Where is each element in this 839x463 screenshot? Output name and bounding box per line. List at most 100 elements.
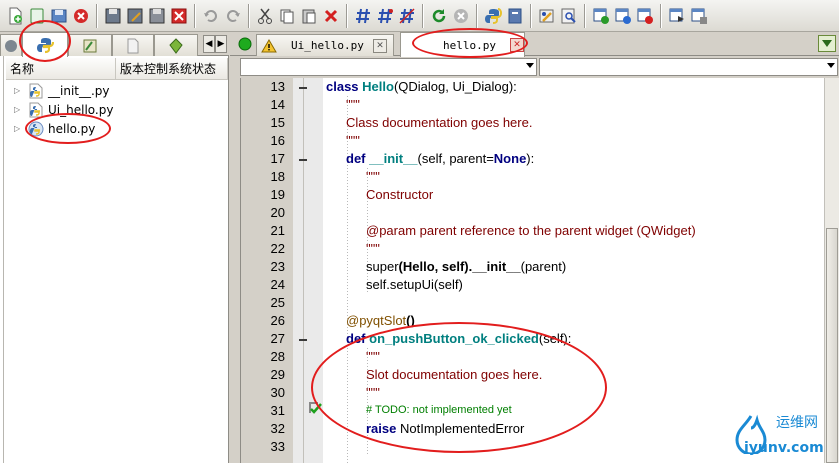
- toolbar-separator: [476, 3, 478, 28]
- class-selector-combo[interactable]: [240, 58, 537, 76]
- expand-arrow-icon[interactable]: ▷: [14, 124, 24, 133]
- code-line-23: super(Hello, self).__init__(parent): [366, 259, 566, 274]
- toolbar-separator: [248, 3, 250, 28]
- toolbar-separator: [194, 3, 196, 28]
- code-text: super: [366, 259, 399, 274]
- line-number: 33: [270, 439, 285, 454]
- tab-scroll-left-button[interactable]: ◀: [203, 35, 215, 53]
- column-header-name[interactable]: 名称: [6, 58, 116, 80]
- inspect-icon[interactable]: [559, 6, 579, 26]
- toolbar-separator: [96, 3, 98, 28]
- paste-icon[interactable]: [299, 6, 319, 26]
- close-red-icon[interactable]: [71, 6, 91, 26]
- method-selector-combo[interactable]: [539, 58, 838, 76]
- code-text: ):: [526, 151, 535, 166]
- copy-icon[interactable]: [277, 6, 297, 26]
- line-number: 25: [270, 295, 285, 310]
- code-text: (parent): [520, 259, 567, 274]
- line-number: 20: [270, 205, 285, 220]
- code-line-18: """: [366, 169, 380, 184]
- window-extra-icon[interactable]: [689, 6, 709, 26]
- dropdown-arrow-icon: [827, 63, 835, 68]
- window-dots-icon[interactable]: [613, 6, 633, 26]
- hash-slash-icon[interactable]: [397, 6, 417, 26]
- tree-item-init[interactable]: ▷ __init__.py: [14, 81, 110, 100]
- code-text: (Hello, self).__init__: [398, 259, 521, 274]
- code-line-24: self.setupUi(self): [366, 277, 463, 292]
- column-header-vcs-status[interactable]: 版本控制系统状态: [116, 58, 228, 80]
- window-remove-icon[interactable]: [635, 6, 655, 26]
- line-number: 16: [270, 133, 285, 148]
- line-number: 14: [270, 97, 285, 112]
- class-name: Hello: [362, 79, 394, 94]
- project-browser: ◀ ▶ 名称 版本控制系统状态 ▷ __init__.py ▷ Ui_hello…: [0, 32, 229, 463]
- redo-icon[interactable]: [223, 6, 243, 26]
- fold-marker-icon[interactable]: [299, 87, 307, 89]
- toolbar-separator: [422, 3, 424, 28]
- toolbar-separator: [584, 3, 586, 28]
- vertical-scrollbar[interactable]: [824, 78, 839, 463]
- stop-icon[interactable]: [451, 6, 471, 26]
- fold-marker-icon[interactable]: [299, 339, 307, 341]
- python-icon[interactable]: [483, 6, 503, 26]
- status-green-icon: [238, 37, 252, 51]
- python-file-icon: [29, 83, 43, 98]
- watermark-brand: 运维网: [776, 415, 818, 431]
- hash-icon[interactable]: [353, 6, 373, 26]
- editor-tab-bar: Ui_hello.py ✕ hello.py ✕: [230, 32, 839, 57]
- watermark-url: iyunv.com: [744, 440, 824, 456]
- code-line-16: """: [346, 133, 360, 148]
- save-all-icon[interactable]: [147, 6, 167, 26]
- code-line-13: class Hello(QDialog, Ui_Dialog):: [326, 79, 517, 94]
- tab-resources[interactable]: [112, 34, 154, 56]
- keyword: def: [346, 151, 366, 166]
- fold-guide-line: [303, 78, 304, 463]
- save-disk-icon[interactable]: [103, 6, 123, 26]
- refresh-icon[interactable]: [429, 6, 449, 26]
- undo-icon[interactable]: [201, 6, 221, 26]
- tab-translations[interactable]: [154, 34, 198, 56]
- line-number: 31: [270, 403, 285, 418]
- expand-arrow-icon[interactable]: ▷: [14, 86, 24, 95]
- navigation-bar: [230, 56, 839, 78]
- annotation-circle-hello-file: [25, 113, 111, 144]
- tab-list-button[interactable]: [818, 35, 836, 52]
- code-line-14: """: [346, 97, 360, 112]
- watermark-logo: 运维网 iyunv.com: [730, 410, 839, 463]
- line-number: 22: [270, 241, 285, 256]
- line-number: 23: [270, 259, 285, 274]
- new-file-icon[interactable]: [5, 6, 25, 26]
- toolbar-separator: [660, 3, 662, 28]
- chevron-down-icon: [822, 40, 832, 47]
- code-text: (self, parent=: [417, 151, 494, 166]
- globe-icon: [5, 39, 17, 52]
- debug-icon[interactable]: [537, 6, 557, 26]
- cut-icon[interactable]: [255, 6, 275, 26]
- expand-arrow-icon[interactable]: ▷: [14, 105, 24, 114]
- decorator: @pyqtSlot: [346, 313, 407, 328]
- tab-close-button[interactable]: ✕: [373, 38, 387, 53]
- close-window-icon[interactable]: [169, 6, 189, 26]
- line-number: 17: [270, 151, 285, 166]
- fold-marker-icon[interactable]: [299, 159, 307, 161]
- function-name: __init__: [369, 151, 418, 166]
- code-line-17: def __init__(self, parent=None):: [346, 151, 534, 166]
- delete-icon[interactable]: [321, 6, 341, 26]
- tab-scroll-right-button[interactable]: ▶: [215, 35, 227, 53]
- add-window-icon[interactable]: [591, 6, 611, 26]
- dropdown-arrow-icon: [526, 63, 534, 68]
- file-name: __init__.py: [48, 83, 110, 98]
- code-line-22: """: [366, 241, 380, 256]
- tab-ui-hello[interactable]: Ui_hello.py ✕: [256, 34, 394, 56]
- line-number: 15: [270, 115, 285, 130]
- book-icon[interactable]: [505, 6, 525, 26]
- line-number: 24: [270, 277, 285, 292]
- save-as-icon[interactable]: [125, 6, 145, 26]
- tab-forms[interactable]: [68, 34, 112, 56]
- line-number: 19: [270, 187, 285, 202]
- code-line-21: @param parent reference to the parent wi…: [366, 223, 696, 238]
- line-number: 28: [270, 349, 285, 364]
- window-back-icon[interactable]: [667, 6, 687, 26]
- line-number: 27: [270, 331, 285, 346]
- hash-star-icon[interactable]: [375, 6, 395, 26]
